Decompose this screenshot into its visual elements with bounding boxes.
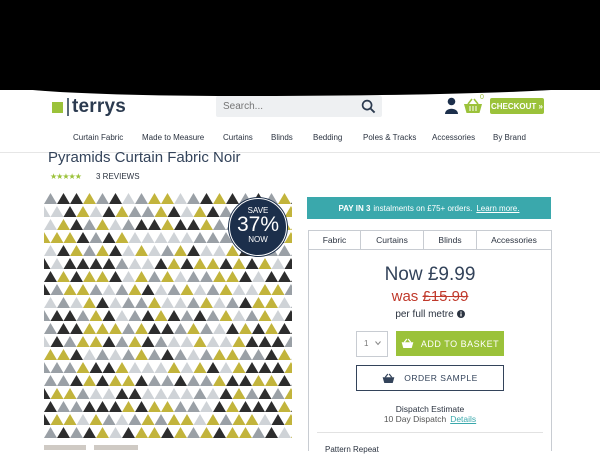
quantity-value: 1 (364, 339, 369, 348)
nav-item-by-brand[interactable]: By Brand (493, 133, 526, 142)
dispatch-details-link[interactable]: Details (450, 414, 476, 424)
search-icon[interactable] (361, 99, 376, 114)
logo-square-icon (52, 101, 63, 113)
logo-text: terrys (72, 96, 127, 117)
product-type-tabs: Fabric Curtains Blinds Accessories (309, 231, 551, 250)
basket-icon (401, 338, 414, 349)
logo-divider (67, 98, 69, 116)
was-amount: £15.99 (422, 288, 469, 305)
nav-item-curtain-fabric[interactable]: Curtain Fabric (73, 133, 123, 142)
search-box[interactable] (216, 96, 382, 117)
save-badge: SAVE 37% NOW (229, 198, 287, 256)
was-label: was (391, 288, 419, 305)
search-input[interactable] (216, 100, 355, 113)
badge-percent-text: 37% (236, 213, 280, 236)
basket-icon (382, 373, 395, 383)
nav-item-made-to-measure[interactable]: Made to Measure (142, 133, 204, 142)
dispatch-heading: Dispatch Estimate (395, 404, 465, 414)
nav-item-poles-tracks[interactable]: Poles & Tracks (363, 133, 416, 142)
price-unit: per full metre (309, 309, 551, 320)
dispatch-value: 10 Day Dispatch (383, 414, 447, 424)
main-nav: Curtain Fabric Made to Measure Curtains … (0, 133, 600, 146)
tab-fabric[interactable]: Fabric (309, 231, 361, 249)
star-rating[interactable]: ★★★★★ (50, 172, 82, 181)
checkout-button[interactable]: CHECKOUT » (490, 98, 544, 114)
was-price: was £15.99 (309, 288, 551, 305)
user-icon[interactable] (445, 97, 458, 114)
tab-accessories[interactable]: Accessories (477, 231, 551, 249)
panel-divider (317, 432, 543, 433)
add-to-basket-button[interactable]: ADD TO BASKET (396, 331, 504, 356)
dispatch-estimate: 10 Day Dispatch Details (309, 414, 551, 424)
order-sample-label: ORDER SAMPLE (404, 373, 478, 383)
add-to-basket-label: ADD TO BASKET (420, 338, 500, 349)
nav-item-bedding[interactable]: Bedding (313, 133, 342, 142)
basket-count-badge: 0 (480, 94, 484, 101)
info-icon[interactable] (456, 310, 465, 318)
price-unit-text: per full metre (395, 309, 454, 320)
product-title: Pyramids Curtain Fabric Noir (48, 149, 241, 166)
reviews-link[interactable]: 3 REVIEWS (96, 172, 140, 181)
nav-item-accessories[interactable]: Accessories (432, 133, 475, 142)
thumbnail-strip (44, 445, 184, 450)
purchase-panel: Fabric Curtains Blinds Accessories Now £… (308, 230, 552, 454)
pay-in-3-label: PAY IN 3 (338, 203, 371, 213)
learn-more-link[interactable]: Learn more. (476, 204, 519, 213)
tab-blinds[interactable]: Blinds (424, 231, 477, 249)
nav-item-curtains[interactable]: Curtains (223, 133, 253, 142)
pay-in-3-banner: PAY IN 3 instalments on £75+ orders. Lea… (307, 197, 551, 219)
thumbnail-1[interactable] (44, 445, 86, 450)
redacted-header-bar (0, 0, 600, 96)
tab-curtains[interactable]: Curtains (361, 231, 424, 249)
terrys-logo[interactable]: terrys (52, 96, 126, 118)
quantity-select[interactable]: 1 (356, 331, 388, 357)
order-sample-button[interactable]: ORDER SAMPLE (356, 365, 504, 391)
badge-now-text: NOW (248, 235, 268, 244)
current-price: Now £9.99 (384, 264, 476, 285)
nav-item-blinds[interactable]: Blinds (271, 133, 293, 142)
chevron-down-icon (375, 341, 381, 346)
pay-in-3-text: instalments on £75+ orders. (373, 203, 473, 213)
thumbnail-2[interactable] (94, 445, 138, 450)
